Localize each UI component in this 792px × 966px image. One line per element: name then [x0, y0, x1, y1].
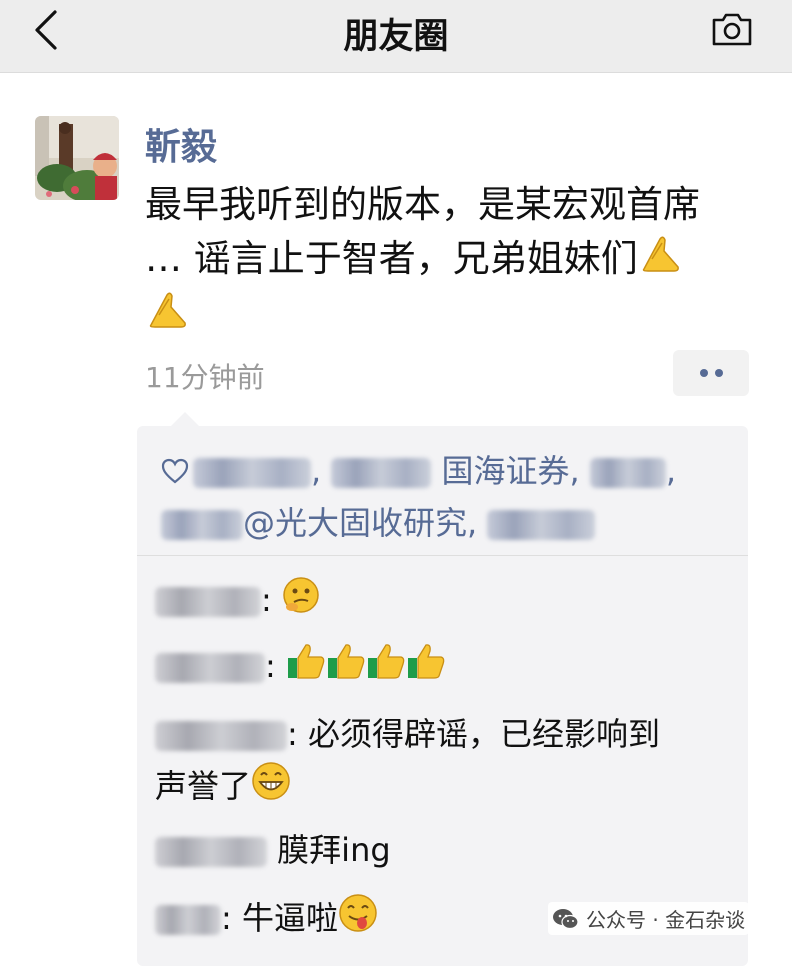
thumbs-up-icon	[326, 642, 366, 695]
post-text-line	[145, 288, 755, 344]
camera-button[interactable]	[708, 8, 756, 50]
likes-separator: ,	[665, 452, 677, 490]
more-dots-icon	[699, 369, 708, 377]
post-text-line: 最早我听到的版本，是某宏观首席	[145, 183, 700, 226]
comment-text: 膜拜ing	[277, 831, 391, 869]
wechat-icon	[553, 908, 579, 929]
watermark: 公众号 · 金石杂谈	[548, 902, 750, 935]
comment-separator: :	[287, 715, 298, 753]
redacted-name	[155, 653, 265, 683]
grinning-face-icon	[251, 761, 291, 816]
avatar[interactable]	[35, 116, 119, 200]
redacted-name	[331, 458, 432, 488]
comment-text: 必须得辟谣，已经影响到	[307, 715, 660, 753]
redacted-name	[155, 905, 221, 935]
top-nav-bar: 朋友圈	[0, 0, 792, 73]
redacted-name	[487, 510, 596, 540]
interaction-box: , 国海证券, , @光大固收研究, : : : 必须得辟谣，已经影响到 声誉了…	[137, 412, 748, 966]
comment-item[interactable]: :	[155, 640, 735, 695]
comment-separator: :	[261, 581, 272, 619]
redacted-name	[155, 587, 261, 617]
post-author[interactable]: 靳毅	[145, 118, 217, 170]
comment-separator: :	[265, 647, 276, 685]
redacted-name	[193, 458, 311, 488]
redacted-name	[589, 458, 666, 488]
more-actions-button[interactable]	[673, 350, 749, 396]
thumbs-up-icon	[366, 642, 406, 695]
like-name[interactable]: @光大固收研究	[243, 504, 467, 542]
comment-text: 牛逼啦	[241, 899, 338, 937]
watermark-text: 公众号 · 金石杂谈	[586, 908, 746, 932]
yum-face-icon	[338, 893, 378, 948]
post-text-line: … 谣言止于智者，兄弟姐妹们	[145, 232, 755, 288]
post-timestamp: 11分钟前	[145, 361, 265, 394]
comment-item[interactable]: 膜拜ing	[155, 824, 735, 876]
folded-hands-icon	[145, 289, 191, 344]
more-dots-icon	[714, 369, 723, 377]
post-content: 最早我听到的版本，是某宏观首席 … 谣言止于智者，兄弟姐妹们	[145, 178, 755, 344]
likes-list: , 国海证券, , @光大固收研究,	[161, 446, 731, 548]
redacted-name	[155, 721, 287, 751]
heart-outline-icon	[161, 448, 189, 498]
likes-separator: ,	[467, 504, 488, 542]
camera-icon	[712, 13, 752, 46]
thumbs-up-icon	[286, 642, 326, 695]
page-title: 朋友圈	[343, 17, 449, 57]
avatar-image	[35, 116, 119, 200]
folded-hands-icon	[638, 233, 684, 288]
comment-item[interactable]: :	[155, 574, 735, 629]
redacted-name	[161, 510, 243, 540]
comment-item[interactable]: : 必须得辟谣，已经影响到 声誉了	[155, 708, 735, 816]
comment-text: 声誉了	[155, 767, 252, 805]
comment-separator: :	[221, 899, 232, 937]
like-name[interactable]: 国海证券	[442, 452, 570, 490]
likes-separator: ,	[311, 452, 332, 490]
redacted-name	[155, 837, 267, 867]
divider	[137, 555, 748, 556]
likes-separator: ,	[569, 452, 590, 490]
thumbs-up-icon	[406, 642, 446, 695]
thinking-face-icon	[282, 576, 320, 629]
